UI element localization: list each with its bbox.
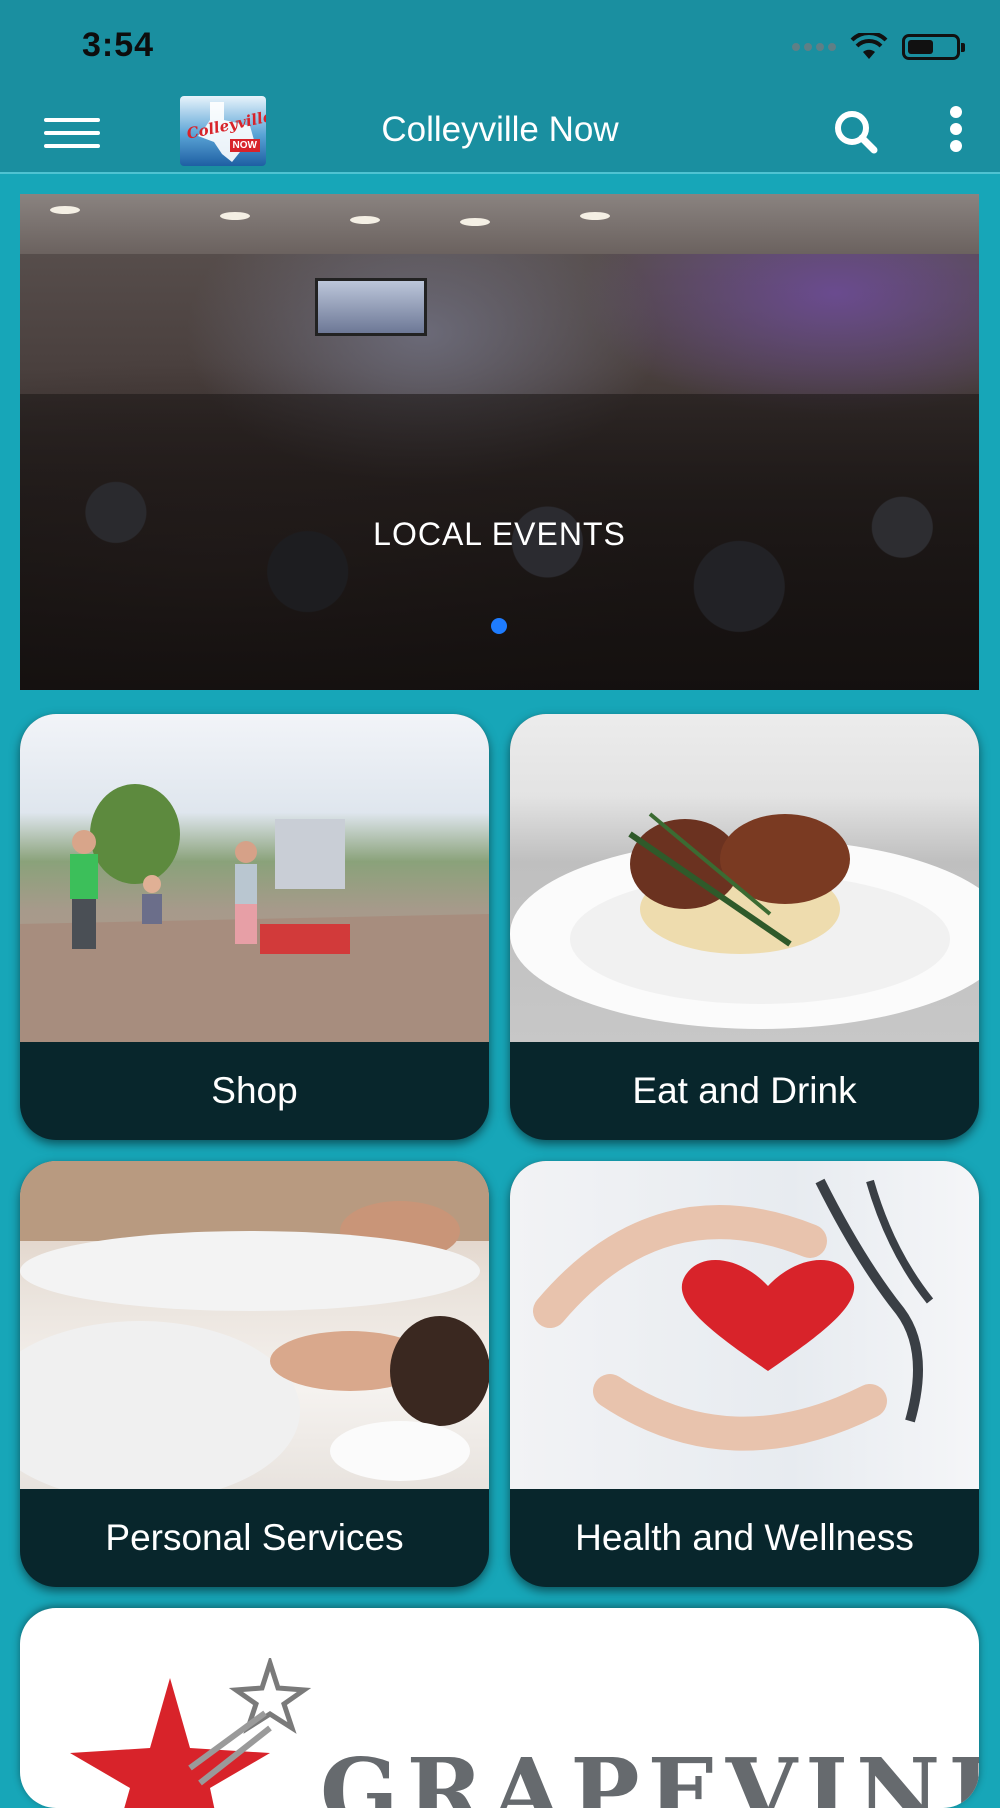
app-bar: Colleyville NOW Colleyville Now [0, 90, 1000, 174]
more-vertical-icon[interactable] [940, 106, 972, 158]
status-bar: 3:54 [0, 0, 1000, 90]
health-and-wellness-image [510, 1161, 979, 1489]
app-logo: Colleyville NOW [180, 96, 266, 166]
ceiling-light [350, 216, 380, 224]
tile-label-eat-and-drink: Eat and Drink [632, 1070, 857, 1111]
tile-eat-and-drink[interactable]: Eat and Drink [510, 714, 979, 1140]
carousel-page-indicator[interactable] [491, 618, 507, 634]
personal-services-image [20, 1161, 489, 1489]
projection-screen [315, 278, 427, 336]
status-time: 3:54 [82, 26, 155, 64]
hero-carousel[interactable]: LOCAL EVENTS [20, 194, 979, 690]
shop-image [20, 714, 489, 1042]
tile-personal-services[interactable]: Personal Services [20, 1161, 489, 1587]
ceiling-light [460, 218, 490, 226]
ceiling-light [50, 206, 80, 214]
hamburger-menu-icon[interactable] [44, 118, 100, 150]
sponsor-banner[interactable]: GRAPEVINE [20, 1608, 979, 1808]
hero-caption: LOCAL EVENTS [373, 516, 626, 552]
star-logo-icon [70, 1658, 312, 1808]
battery-level [908, 40, 933, 54]
search-icon[interactable] [830, 106, 882, 158]
tile-label-shop: Shop [211, 1070, 298, 1111]
tile-label-health-and-wellness: Health and Wellness [575, 1517, 914, 1558]
tile-health-and-wellness[interactable]: Health and Wellness [510, 1161, 979, 1587]
tile-shop[interactable]: Shop [20, 714, 489, 1140]
ceiling-light [580, 212, 610, 220]
hero-caption-band [20, 602, 979, 690]
app-title: Colleyville Now [381, 110, 619, 149]
hero-ceiling [20, 194, 979, 254]
status-icons [792, 32, 965, 62]
banner-text: GRAPEVINE [320, 1738, 979, 1808]
wifi-icon [850, 33, 888, 59]
tile-label-personal-services: Personal Services [105, 1517, 404, 1558]
logo-sub: NOW [229, 139, 260, 152]
eat-and-drink-image [510, 714, 979, 1042]
ceiling-light [220, 212, 250, 220]
cellular-signal-icon [792, 43, 836, 51]
battery-icon [902, 34, 965, 60]
